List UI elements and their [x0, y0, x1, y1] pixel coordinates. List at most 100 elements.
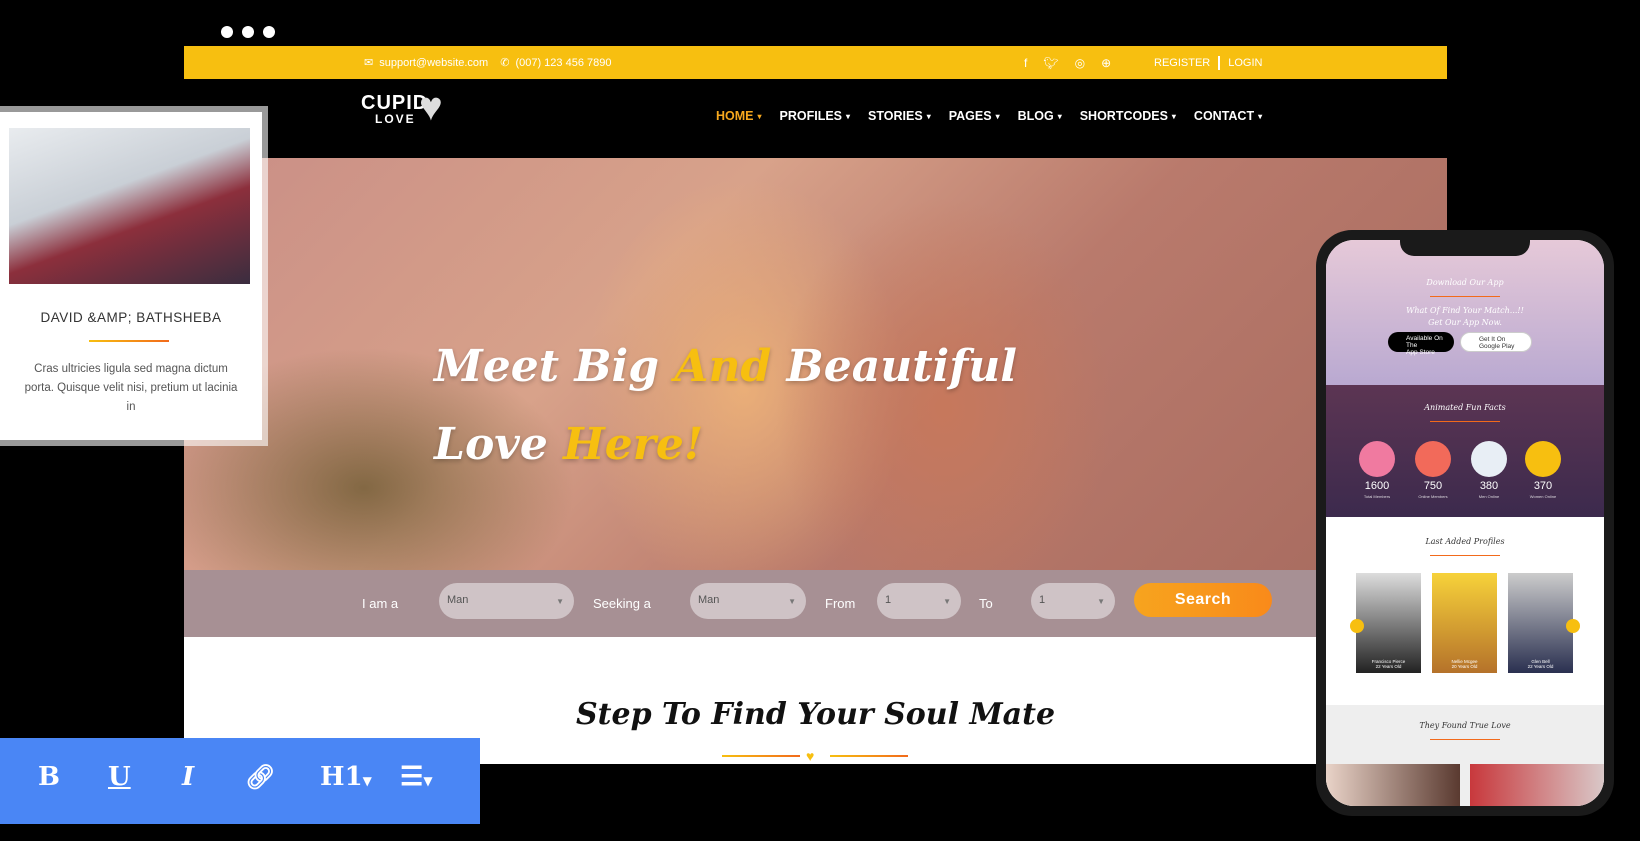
contact-email[interactable]: support@website.com: [379, 57, 488, 69]
fact-item: 370 Women Online: [1518, 441, 1568, 499]
menu-item-shortcodes[interactable]: SHORTCODES ▾: [1080, 109, 1176, 123]
menu-item-blog[interactable]: BLOG ▾: [1018, 109, 1062, 123]
chat-icon: [1415, 441, 1451, 477]
menu-item-profiles[interactable]: PROFILES ▾: [780, 109, 851, 123]
from-value: 1: [885, 594, 892, 606]
website-preview: ✉ support@website.com ✆ (007) 123 456 78…: [184, 46, 1447, 764]
main-menu: HOME ▾ PROFILES ▾ STORIES ▾ PAGES ▾ BLOG ▾ SH…: [716, 109, 1262, 123]
search-button[interactable]: Search: [1134, 583, 1272, 617]
section-divider: ♥: [722, 748, 908, 764]
phone-notch: [1400, 240, 1530, 256]
to-select[interactable]: 1 ▼: [1031, 583, 1115, 619]
facebook-icon[interactable]: f: [1024, 56, 1027, 70]
chevron-down-icon: ▾: [1057, 111, 1062, 121]
menu-item-contact[interactable]: CONTACT ▾: [1194, 109, 1262, 123]
fact-value: 750: [1423, 480, 1443, 492]
window-dot: [242, 26, 254, 38]
fact-label: Total Members: [1363, 494, 1391, 499]
seeking-label: Seeking a: [593, 596, 651, 611]
couple-icon: [1359, 441, 1395, 477]
menu-label: HOME: [716, 109, 754, 123]
list-icon: ☰: [400, 762, 424, 792]
fact-item: 750 Online Members: [1408, 441, 1458, 499]
app-title: Download Our App: [1426, 278, 1504, 287]
to-value: 1: [1039, 594, 1046, 606]
seeking-select[interactable]: Man ▼: [690, 583, 806, 619]
social-links: f 🐦︎ ◎ ⊕: [1024, 56, 1111, 70]
app-tagline-2: Get Our App Now.: [1428, 318, 1502, 327]
instagram-icon[interactable]: ◎: [1075, 56, 1085, 70]
google-play-button[interactable]: Get It On Google Play: [1460, 332, 1532, 352]
register-link[interactable]: REGISTER: [1154, 57, 1210, 69]
heading-button[interactable]: H1▼: [320, 762, 372, 792]
next-arrow-icon[interactable]: [1566, 619, 1580, 633]
menu-label: BLOG: [1017, 109, 1054, 123]
profile-caption: Glen Bell 22 Years Old: [1508, 659, 1573, 669]
chevron-down-icon: ▼: [943, 597, 951, 606]
woman-icon: [1525, 441, 1561, 477]
facts-divider: [1430, 421, 1500, 422]
seeking-value: Man: [698, 594, 720, 606]
menu-label: STORIES: [868, 109, 923, 123]
google-play-small: Get It On: [1479, 336, 1506, 343]
profile-card[interactable]: DAVID &AMP; BATHSHEBA Cras ultricies lig…: [0, 112, 262, 440]
profiles-section: Last Added Profiles Francisco Pierce 22 Y…: [1326, 517, 1604, 705]
login-link[interactable]: LOGIN: [1228, 57, 1262, 69]
profile-caption: Francisco Pierce 22 Years Old: [1356, 659, 1421, 669]
site-logo[interactable]: CUPID LOVE ♥: [361, 87, 443, 127]
chevron-down-icon: ▾: [1171, 111, 1176, 121]
facts-title: Animated Fun Facts: [1424, 403, 1506, 412]
profile-caption: Nellie Mcgee 20 Years Old: [1432, 659, 1497, 669]
fact-label: Online Members: [1418, 494, 1448, 499]
hero-banner: Meet Big And Beautiful Love Here!: [184, 158, 1447, 570]
menu-label: CONTACT: [1193, 109, 1255, 123]
profile-thumb[interactable]: Francisco Pierce 22 Years Old: [1356, 573, 1421, 673]
divider-line: [830, 755, 908, 757]
app-store-button[interactable]: Available On The App Store: [1388, 332, 1454, 356]
i-am-value: Man: [447, 594, 469, 606]
chevron-down-icon: ▼: [556, 597, 564, 606]
fact-label: Women Online: [1529, 494, 1557, 499]
contact-phone[interactable]: (007) 123 456 7890: [515, 57, 611, 69]
profile-age: 22 Years Old: [1527, 664, 1554, 669]
i-am-label: I am a: [362, 596, 399, 611]
envelope-icon: ✉: [364, 57, 374, 69]
menu-label: SHORTCODES: [1079, 109, 1168, 123]
app-store-big: App Store: [1406, 349, 1435, 356]
heading-label: H1: [320, 762, 363, 792]
man-icon: [1471, 441, 1507, 477]
main-navbar: CUPID LOVE ♥ HOME ▾ PROFILES ▾ STORIES ▾ PA…: [184, 79, 1447, 157]
phone-screen: Download Our App What Of Find Your Match…: [1326, 240, 1604, 806]
love-photo: [1326, 764, 1460, 806]
top-bar: ✉ support@website.com ✆ (007) 123 456 78…: [184, 46, 1447, 79]
fact-item: 380 Men Online: [1464, 441, 1514, 499]
chevron-down-icon: ▾: [995, 111, 1000, 121]
profile-thumb[interactable]: Nellie Mcgee 20 Years Old: [1432, 573, 1497, 673]
fun-facts-section: Animated Fun Facts 1600 Total Members 750…: [1326, 385, 1604, 517]
underline-button[interactable]: U: [108, 762, 131, 792]
profiles-divider: [1430, 555, 1500, 556]
hero-text: Beautiful: [771, 341, 1017, 392]
to-label: To: [979, 596, 993, 611]
menu-item-home[interactable]: HOME ▾: [716, 109, 762, 123]
window-dot: [263, 26, 275, 38]
bold-button[interactable]: B: [38, 762, 60, 792]
menu-item-stories[interactable]: STORIES ▾: [868, 109, 931, 123]
love-photo: [1470, 764, 1604, 806]
profile-thumb[interactable]: Glen Bell 22 Years Old: [1508, 573, 1573, 673]
dribbble-icon[interactable]: ⊕: [1101, 56, 1111, 70]
link-icon[interactable]: 🔗︎: [245, 762, 275, 791]
menu-item-pages[interactable]: PAGES ▾: [949, 109, 1000, 123]
cupid-icon: ♥: [419, 85, 443, 129]
love-divider: [1430, 739, 1500, 740]
twitter-icon[interactable]: 🐦︎: [1043, 56, 1058, 70]
italic-button[interactable]: I: [182, 762, 194, 792]
card-divider: [89, 340, 169, 342]
list-button[interactable]: ☰▼: [400, 762, 433, 792]
prev-arrow-icon[interactable]: [1350, 619, 1364, 633]
i-am-select[interactable]: Man ▼: [439, 583, 574, 619]
hero-text: Love: [434, 419, 564, 470]
from-select[interactable]: 1 ▼: [877, 583, 961, 619]
chevron-down-icon: ▾: [1258, 111, 1263, 121]
auth-links: REGISTER LOGIN: [1154, 55, 1262, 70]
